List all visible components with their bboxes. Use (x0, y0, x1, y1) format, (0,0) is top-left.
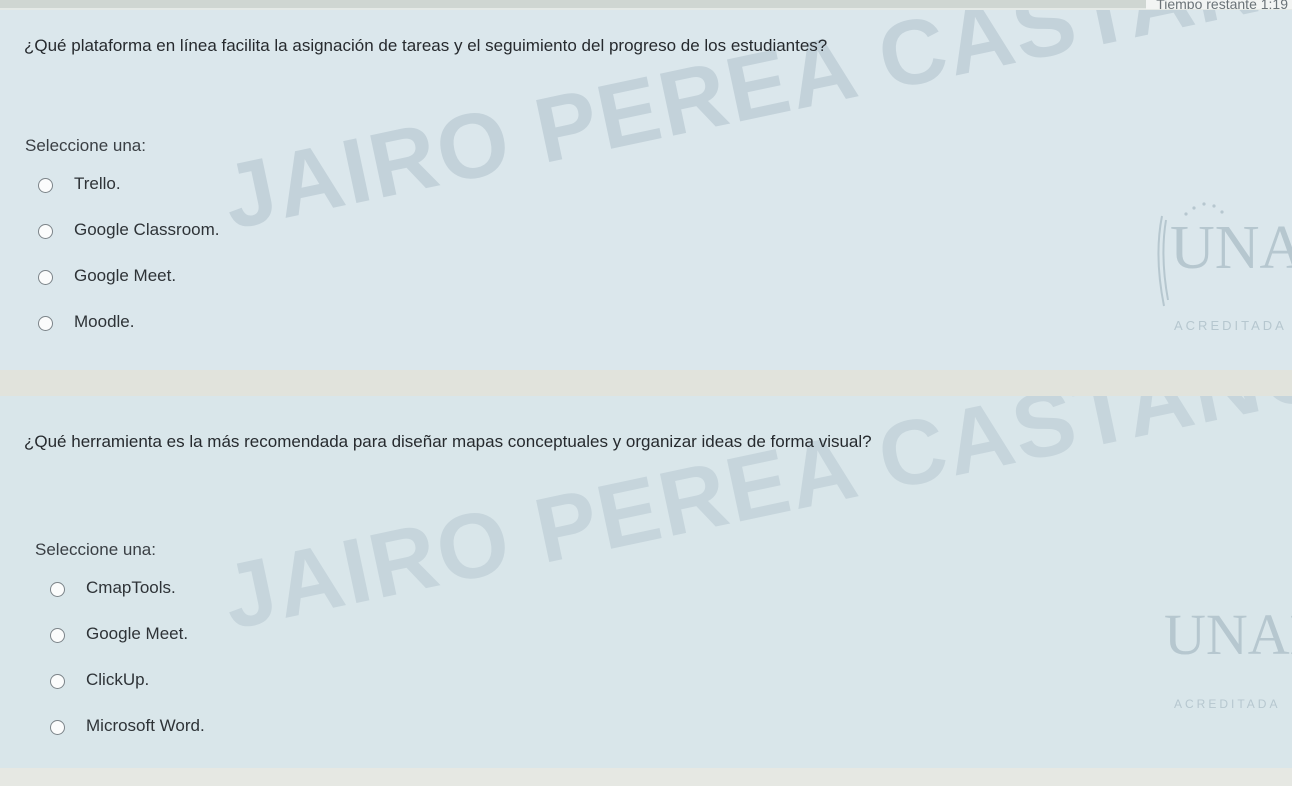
option-moodle[interactable]: Moodle. (38, 312, 220, 358)
logo-text: UNAD (1164, 602, 1292, 667)
logo-accreditation: ACREDITADA (1174, 318, 1287, 333)
option-label: Google Meet. (86, 624, 189, 643)
radio-button[interactable] (38, 316, 53, 331)
question-1: JAIRO PEREA CASTANO UNAD ACREDITADA ¿Qué… (0, 10, 1292, 370)
option-trello[interactable]: Trello. (38, 174, 220, 220)
unad-logo-icon: UNAD ACREDITADA (1157, 202, 1292, 333)
option-microsoft-word[interactable]: Microsoft Word. (50, 716, 205, 762)
question-2: JAIRO PEREA CASTANO UNAD ACREDITADA ¿Qué… (0, 396, 1292, 768)
option-google-classroom[interactable]: Google Classroom. (38, 220, 220, 266)
option-label: CmapTools. (86, 578, 176, 597)
logo-text: UNAD (1170, 214, 1292, 282)
question-text: ¿Qué herramienta es la más recomendada p… (24, 432, 872, 451)
option-label: Trello. (74, 174, 121, 193)
select-one-label: Seleccione una: (35, 540, 156, 559)
option-cmaptools[interactable]: CmapTools. (50, 578, 205, 624)
answer-options: Trello. Google Classroom. Google Meet. M… (38, 174, 220, 358)
option-label: Google Meet. (74, 266, 177, 285)
top-strip (0, 0, 1292, 8)
radio-button[interactable] (38, 270, 53, 285)
time-remaining: Tiempo restante 1:19 (1146, 0, 1292, 9)
radio-button[interactable] (50, 720, 65, 735)
option-label: Microsoft Word. (86, 716, 205, 735)
option-google-meet[interactable]: Google Meet. (38, 266, 220, 312)
option-google-meet[interactable]: Google Meet. (50, 624, 205, 670)
select-one-label: Seleccione una: (25, 136, 146, 155)
radio-button[interactable] (50, 582, 65, 597)
radio-button[interactable] (38, 224, 53, 239)
option-clickup[interactable]: ClickUp. (50, 670, 205, 716)
question-separator (0, 370, 1292, 396)
answer-options: CmapTools. Google Meet. ClickUp. Microso… (50, 578, 205, 762)
radio-button[interactable] (50, 674, 65, 689)
question-text: ¿Qué plataforma en línea facilita la asi… (24, 36, 828, 55)
option-label: ClickUp. (86, 670, 150, 689)
radio-button[interactable] (38, 178, 53, 193)
logo-accreditation: ACREDITADA (1174, 697, 1280, 711)
radio-button[interactable] (50, 628, 65, 643)
bottom-strip (0, 768, 1292, 786)
option-label: Google Classroom. (74, 220, 220, 239)
option-label: Moodle. (74, 312, 135, 331)
unad-logo-icon: UNAD ACREDITADA (1164, 602, 1292, 711)
